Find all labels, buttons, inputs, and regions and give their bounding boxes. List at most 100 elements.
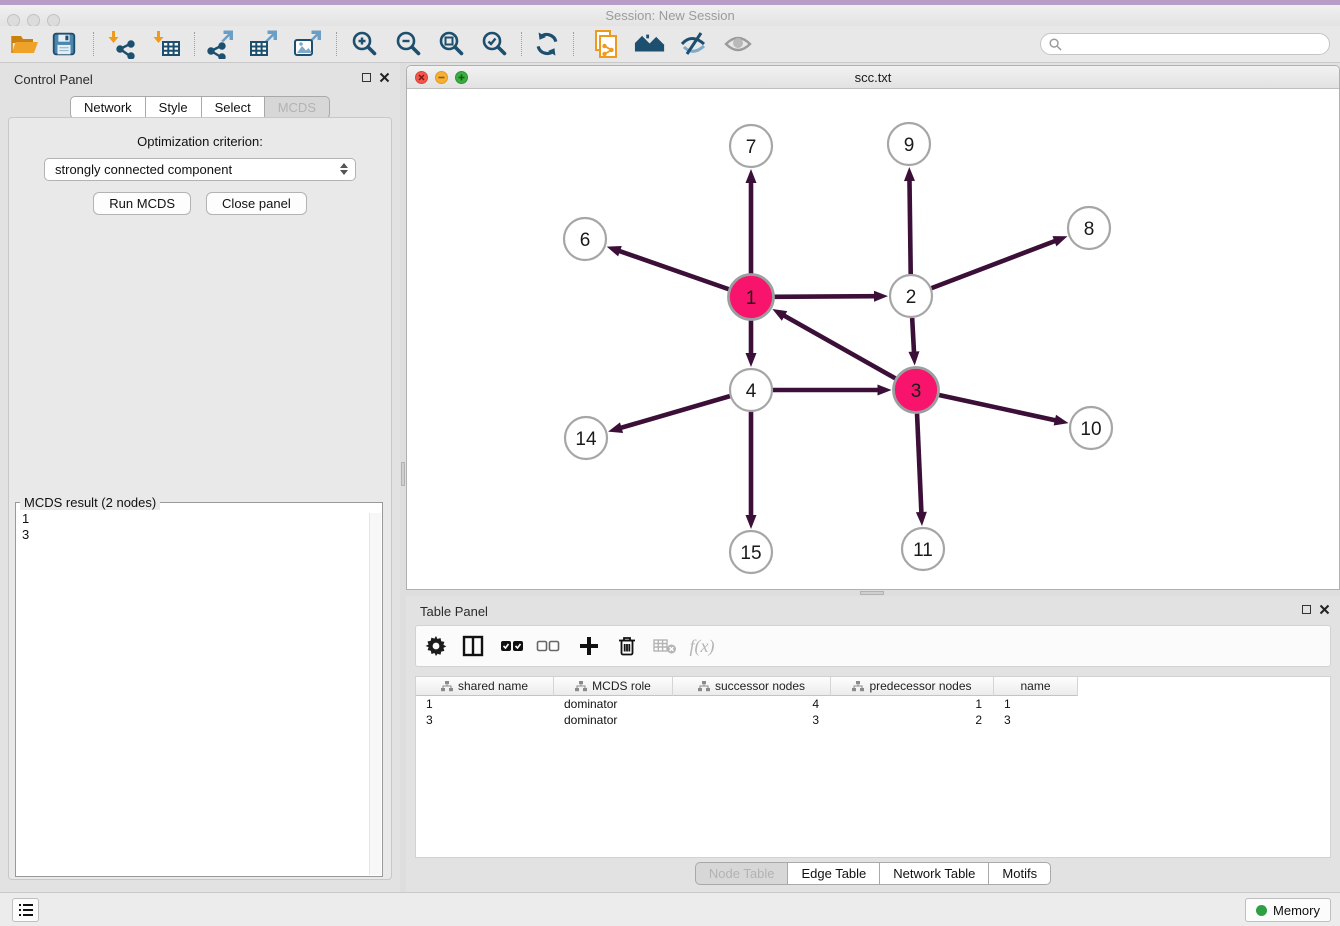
zoom-selected-icon — [479, 29, 509, 59]
graph-node-11[interactable]: 11 — [902, 528, 944, 570]
search-box[interactable] — [1040, 33, 1330, 55]
graph-node-3[interactable]: 3 — [894, 368, 939, 413]
column-header-successor-nodes[interactable]: successor nodes — [673, 677, 831, 696]
edge-2-3[interactable] — [912, 318, 914, 354]
refresh-icon — [533, 30, 561, 58]
select-all-rows-button[interactable] — [494, 626, 530, 666]
column-header-name[interactable]: name — [994, 677, 1078, 696]
close-panel-icon[interactable] — [1319, 604, 1330, 615]
edge-arrowhead — [916, 512, 927, 526]
zoom-selected-button[interactable] — [475, 27, 513, 61]
import-table-button[interactable] — [148, 27, 186, 61]
edge-arrowhead — [746, 169, 757, 183]
toolbar-divider — [93, 32, 94, 56]
import-network-button[interactable] — [103, 27, 141, 61]
network-view-window[interactable]: scc.txt 7 9 6 8 1 2 4 3 14 10 15 11 — [406, 65, 1340, 590]
deselect-all-rows-button[interactable] — [530, 626, 566, 666]
show-graphics-details-button[interactable] — [719, 27, 757, 61]
clone-network-button[interactable] — [587, 27, 625, 61]
show-column-panel-button[interactable] — [455, 626, 491, 666]
export-table-button[interactable] — [244, 27, 282, 61]
tab-mcds[interactable]: MCDS — [264, 96, 330, 119]
network-window-titlebar[interactable]: scc.txt — [407, 66, 1339, 89]
result-scrollbar[interactable] — [369, 513, 381, 875]
graph-node-14[interactable]: 14 — [565, 417, 607, 459]
tab-network-table[interactable]: Network Table — [879, 862, 989, 885]
tab-network[interactable]: Network — [70, 96, 146, 119]
close-panel-icon[interactable] — [379, 72, 390, 83]
edge-3-11[interactable] — [917, 413, 921, 514]
tab-node-table[interactable]: Node Table — [695, 862, 789, 885]
run-mcds-button[interactable]: Run MCDS — [93, 192, 191, 215]
edge-3-1[interactable] — [783, 315, 896, 379]
delete-column-button[interactable] — [609, 626, 645, 666]
edge-2-8[interactable] — [932, 240, 1057, 288]
edge-3-10[interactable] — [939, 395, 1057, 421]
table-row[interactable]: 1dominator411 — [416, 696, 1330, 712]
export-network-button[interactable] — [201, 27, 239, 61]
close-network-icon[interactable] — [415, 71, 428, 84]
toolbar-divider — [194, 32, 195, 56]
graph-node-8[interactable]: 8 — [1068, 207, 1110, 249]
network-graph-canvas[interactable]: 7 9 6 8 1 2 4 3 14 10 15 11 — [407, 89, 1339, 589]
graph-node-10[interactable]: 10 — [1070, 407, 1112, 449]
column-header-shared-name[interactable]: shared name — [416, 677, 554, 696]
column-label: name — [1020, 679, 1050, 693]
cell-predecessor-nodes: 1 — [831, 697, 994, 711]
column-type-icon — [852, 681, 864, 692]
save-session-button[interactable] — [45, 27, 83, 61]
edge-arrowhead — [904, 167, 915, 181]
hide-visibility-button[interactable] — [674, 27, 712, 61]
search-input[interactable] — [1067, 37, 1321, 51]
mcds-result-list[interactable]: 13 — [22, 511, 29, 543]
network-window-title: scc.txt — [407, 66, 1339, 89]
graph-node-15[interactable]: 15 — [730, 531, 772, 573]
create-column-button[interactable] — [571, 626, 607, 666]
export-image-button[interactable] — [288, 27, 326, 61]
node-label: 1 — [746, 288, 757, 309]
node-table[interactable]: shared name MCDS rolesuccessor nodesprede… — [415, 676, 1331, 858]
memory-button[interactable]: Memory — [1245, 898, 1331, 922]
graph-node-9[interactable]: 9 — [888, 123, 930, 165]
graph-node-4[interactable]: 4 — [730, 369, 772, 411]
home-button[interactable] — [631, 27, 669, 61]
tab-style[interactable]: Style — [145, 96, 202, 119]
float-panel-icon[interactable] — [1302, 605, 1311, 614]
splitter-grip[interactable] — [401, 462, 405, 486]
task-history-button[interactable] — [12, 898, 39, 922]
table-settings-button[interactable] — [418, 626, 454, 666]
open-session-button[interactable] — [5, 27, 43, 61]
zoom-in-button[interactable] — [345, 27, 383, 61]
delete-table-button[interactable] — [647, 626, 683, 666]
minimize-network-icon[interactable] — [435, 71, 448, 84]
edge-1-2[interactable] — [774, 296, 876, 297]
tab-select[interactable]: Select — [201, 96, 265, 119]
float-panel-icon[interactable] — [362, 73, 371, 82]
graph-node-6[interactable]: 6 — [564, 218, 606, 260]
column-header-MCDS-role[interactable]: MCDS role — [554, 677, 673, 696]
edge-2-9[interactable] — [909, 179, 910, 274]
edge-4-14[interactable] — [620, 396, 730, 428]
edge-arrowhead — [746, 353, 757, 367]
graph-node-2[interactable]: 2 — [890, 275, 932, 317]
optimization-criterion-select[interactable]: strongly connected component — [44, 158, 356, 181]
splitter-grip[interactable] — [860, 591, 884, 595]
graph-node-1[interactable]: 1 — [729, 275, 774, 320]
zoom-fit-button[interactable] — [432, 27, 470, 61]
zoom-out-button[interactable] — [389, 27, 427, 61]
edge-1-6[interactable] — [618, 251, 729, 290]
close-panel-button[interactable]: Close panel — [206, 192, 307, 215]
tab-motifs[interactable]: Motifs — [988, 862, 1051, 885]
table-tabs: Node TableEdge TableNetwork TableMotifs — [406, 862, 1340, 885]
function-builder-button[interactable]: f(x) — [684, 626, 720, 666]
graph-node-7[interactable]: 7 — [730, 125, 772, 167]
apply-layout-button[interactable] — [528, 27, 566, 61]
column-header-predecessor-nodes[interactable]: predecessor nodes — [831, 677, 994, 696]
maximize-network-icon[interactable] — [455, 71, 468, 84]
cell-successor-nodes: 3 — [673, 713, 831, 727]
save-icon — [50, 30, 78, 58]
edge-arrowhead — [746, 515, 757, 529]
table-row[interactable]: 3dominator323 — [416, 712, 1330, 728]
column-label: shared name — [458, 679, 528, 693]
tab-edge-table[interactable]: Edge Table — [787, 862, 880, 885]
